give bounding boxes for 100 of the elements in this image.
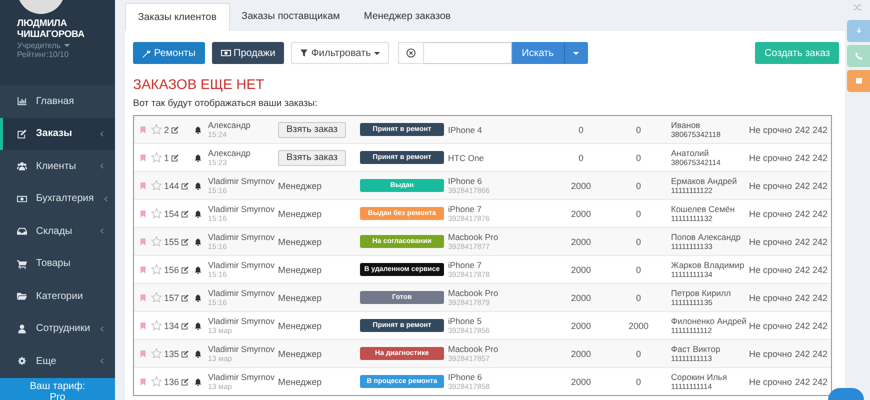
bell-icon: [194, 210, 202, 218]
money-icon: [220, 48, 231, 58]
edit-icon: [181, 238, 190, 246]
star-icon: [151, 292, 162, 303]
edit-icon: [171, 154, 180, 162]
client-name: Ермаков Андрей: [671, 176, 737, 186]
author-name: Vladimir Smyrnov: [208, 260, 275, 270]
sidebar-item[interactable]: Склады: [0, 215, 115, 248]
device-name: Macbook Pro: [448, 288, 498, 298]
bookmark-icon: [139, 266, 147, 274]
sales-button[interactable]: Продажи: [212, 42, 284, 64]
bell-icon: [194, 238, 202, 246]
bookmark-icon: [139, 210, 147, 218]
device-name: iPhone 7: [448, 204, 483, 214]
bell-icon: [194, 126, 202, 134]
urgency: Не срочно: [749, 152, 793, 162]
assignee-role: Менеджер: [278, 320, 323, 330]
tab[interactable]: Заказы поставщикам: [230, 3, 352, 31]
urgency: Не срочно: [749, 124, 793, 134]
order-code: 242 242: [795, 264, 829, 274]
star-icon: [151, 320, 162, 331]
bookmark-icon: [139, 294, 147, 302]
sidebar-item[interactable]: Заказы: [0, 118, 115, 150]
money-icon: [17, 194, 27, 204]
filter-dropdown[interactable]: Фильтровать: [291, 42, 389, 64]
order-number[interactable]: 2: [164, 124, 170, 134]
user-icon: [17, 324, 27, 334]
order-number[interactable]: 155: [164, 236, 180, 246]
order-number[interactable]: 136: [164, 376, 180, 386]
star-icon: [151, 348, 162, 359]
sidebar-item[interactable]: Бухгалтерия: [0, 182, 115, 215]
tab[interactable]: Заказы клиентов: [125, 3, 230, 31]
price: 2000: [570, 264, 592, 274]
device-name: Macbook Pro: [448, 232, 498, 242]
order-number[interactable]: 134: [164, 320, 180, 330]
device-name: Macbook Pro: [448, 344, 498, 354]
edit-icon: [181, 210, 190, 218]
empty-heading: ЗАКАЗОВ ЕЩЕ НЕТ: [133, 76, 266, 92]
order-number[interactable]: 154: [164, 208, 180, 218]
author-name: Vladimir Smyrnov: [208, 232, 275, 242]
sidebar-item[interactable]: Еще: [0, 345, 115, 378]
user-role-dropdown[interactable]: Учредитель: [17, 41, 115, 50]
clear-search-button[interactable]: [398, 42, 424, 64]
folder-icon: [17, 291, 27, 302]
author-name: Александр: [208, 120, 251, 130]
device-name: IPhone 4: [448, 124, 482, 134]
urgency: Не срочно: [749, 376, 793, 386]
order-number[interactable]: 156: [164, 264, 180, 274]
order-code: 242 242: [795, 292, 829, 302]
phone-button[interactable]: [847, 45, 870, 67]
order-number[interactable]: 157: [164, 292, 180, 302]
bell-icon: [194, 154, 202, 162]
take-order-button[interactable]: Взять заказ: [278, 150, 346, 166]
search-options-button[interactable]: [564, 42, 588, 64]
sidebar-item[interactable]: Категории: [0, 280, 115, 312]
tray-icon: [17, 226, 27, 236]
urgency: Не срочно: [749, 292, 793, 302]
search-field[interactable]: [424, 42, 512, 64]
sidebar-item[interactable]: Сотрудники: [0, 312, 115, 345]
search-button[interactable]: Искать: [512, 42, 564, 64]
plan-banner[interactable]: Ваш тариф: Pro: [0, 378, 115, 400]
order-number[interactable]: 144: [164, 180, 180, 190]
urgency: Не срочно: [749, 236, 793, 246]
sidebar-item[interactable]: Клиенты: [0, 150, 115, 182]
order-number[interactable]: 1: [164, 152, 170, 162]
tab[interactable]: Менеджер заказов: [352, 3, 463, 31]
author-name: Vladimir Smyrnov: [208, 204, 275, 214]
shuffle-icon: [853, 3, 862, 12]
book-button[interactable]: [847, 70, 870, 92]
star-icon: [151, 124, 162, 135]
price: 2000: [570, 320, 592, 330]
urgency: Не срочно: [749, 320, 793, 330]
client-name: Иванов: [671, 120, 702, 130]
repairs-button[interactable]: Ремонты: [133, 42, 205, 64]
book-icon: [854, 77, 862, 85]
bookmark-icon: [139, 322, 147, 330]
users-icon: [17, 161, 27, 172]
download-button[interactable]: [847, 20, 870, 42]
paid-amount: 0: [636, 152, 641, 162]
client-name: Попов Александр: [671, 232, 741, 242]
sidebar-item[interactable]: Главная: [0, 85, 115, 118]
author-name: Vladimir Smyrnov: [208, 372, 275, 382]
price: 2000: [570, 236, 592, 246]
order-code: 242 242: [795, 124, 829, 134]
paid-amount: 0: [636, 208, 641, 218]
author-name: Vladimir Smyrnov: [208, 316, 275, 326]
device-name: iPhone 5: [448, 316, 483, 326]
paid-amount: 0: [636, 236, 641, 246]
star-icon: [151, 236, 162, 247]
order-code: 242 242: [795, 348, 829, 358]
device-name: IPhone 6: [448, 176, 484, 186]
order-number[interactable]: 135: [164, 348, 180, 358]
edit-icon: [181, 350, 190, 358]
sidebar-item[interactable]: Товары: [0, 248, 115, 280]
floating-action-button[interactable]: [828, 388, 864, 400]
take-order-button[interactable]: Взять заказ: [278, 122, 346, 138]
star-icon: [151, 152, 162, 163]
author-name: Vladimir Smyrnov: [208, 288, 275, 298]
user-rating: Рейтинг:10/10: [17, 50, 70, 59]
bell-icon: [194, 378, 202, 386]
